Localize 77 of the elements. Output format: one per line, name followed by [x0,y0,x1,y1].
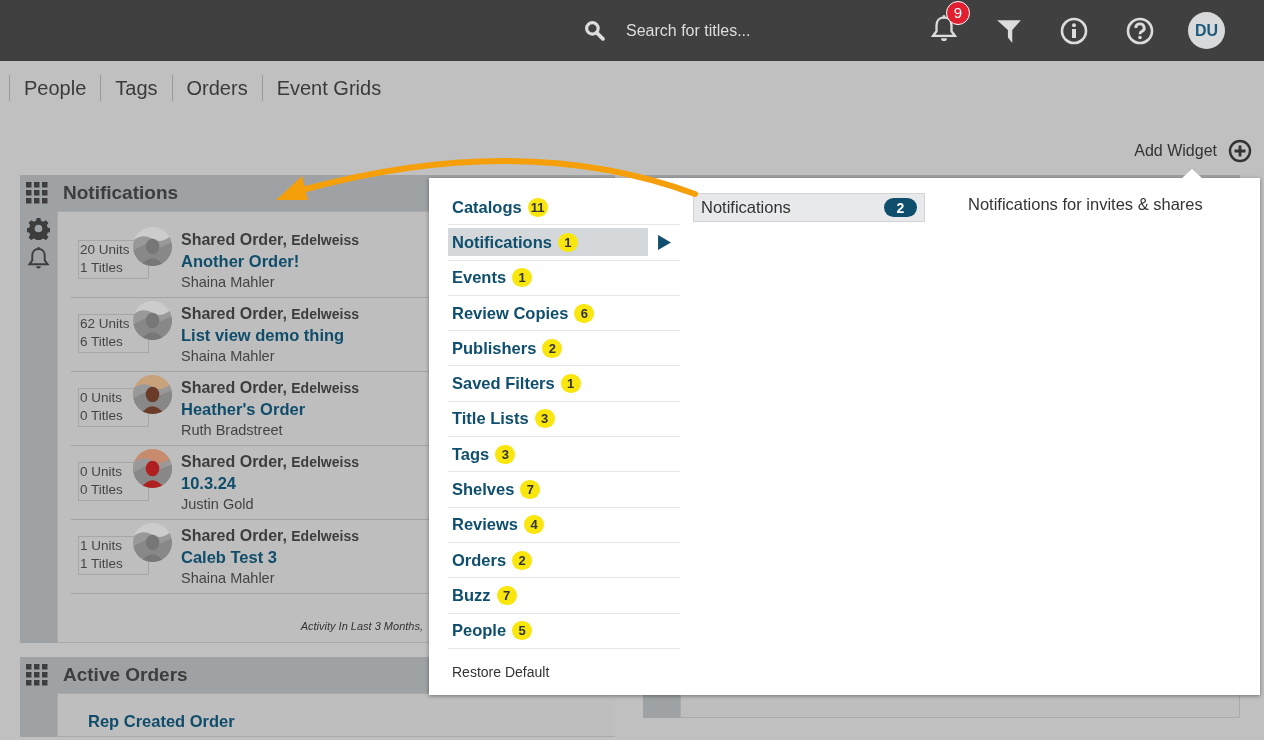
order-link[interactable]: Rep Created Order [71,706,615,731]
count-badge: 7 [496,585,517,605]
search-field[interactable]: Search for titles... [626,21,896,40]
nav-tab[interactable]: Event Grids [261,75,396,101]
category-item[interactable]: Shelves 7 [448,475,648,504]
drag-handle-icon[interactable] [26,664,48,686]
count-badge: 1 [512,268,533,288]
gear-icon[interactable] [27,217,50,240]
person-name: Shaina Mahler [181,273,276,292]
count-badge: 2 [884,198,917,217]
count-badge: 11 [527,197,548,217]
category-item[interactable]: Reviews 4 [448,510,648,539]
notification-type: Shared Order, Edelweiss [181,526,359,546]
help-icon[interactable] [1126,16,1154,45]
add-widget-link[interactable]: Add Widget [1134,142,1217,160]
count-badge: 4 [524,515,545,535]
nav-tab[interactable]: Tags [100,75,172,101]
category-item[interactable]: Publishers 2 [448,334,648,363]
filter-icon[interactable] [996,17,1022,44]
count-badge: 3 [495,444,516,464]
count-badge: 7 [520,480,541,499]
titles-count: 0 Titles [80,407,124,425]
drag-handle-icon[interactable] [26,182,48,204]
notification-type: Shared Order, Edelweiss [181,230,359,250]
order-link[interactable]: Heather's Order [181,399,359,420]
units-count: 1 Units [80,537,124,555]
category-item[interactable]: Review Copies 6 [448,299,648,328]
restore-default-link[interactable]: Restore Default [448,648,680,680]
person-name: Shaina Mahler [181,347,276,366]
notification-type: Shared Order, Edelweiss [181,452,359,472]
units-count: 62 Units [80,315,131,333]
titles-count: 6 Titles [80,333,124,351]
category-item[interactable]: Title Lists 3 [448,404,648,433]
titles-count: 0 Titles [80,481,124,499]
category-item[interactable]: Saved Filters 1 [448,369,648,398]
count-badge: 6 [574,303,595,323]
count-badge: 1 [557,232,578,252]
caret-right-icon [658,234,671,250]
titles-count: 1 Titles [80,555,124,573]
widget-title: Active Orders [63,664,188,686]
widget-option[interactable]: Notifications 2 [693,193,925,222]
category-item[interactable]: Notifications 1 [448,228,648,257]
info-icon[interactable] [1060,16,1088,45]
count-badge: 3 [534,409,555,429]
order-link[interactable]: Another Order! [181,251,359,272]
person-name: Ruth Bradstreet [181,421,284,440]
search-icon[interactable] [584,20,605,41]
widget-description: Notifications for invites & shares [968,195,1203,215]
user-avatar[interactable]: DU [1188,12,1225,49]
activity-note: Activity In Last 3 Months, [299,619,423,634]
plus-circle-icon[interactable] [1228,139,1252,163]
person-name: Shaina Mahler [181,569,276,588]
category-item[interactable]: Tags 3 [448,440,648,469]
order-link[interactable]: List view demo thing [181,325,359,346]
titles-count: 1 Titles [80,259,124,277]
count-badge: 2 [542,338,563,358]
widget-title: Notifications [63,182,179,204]
count-badge: 1 [560,374,581,394]
count-badge: 5 [512,621,533,641]
units-count: 0 Units [80,463,124,481]
notification-type: Shared Order, Edelweiss [181,304,359,324]
category-item[interactable]: Orders 2 [448,546,648,575]
bell-icon[interactable] [27,246,50,271]
nav-tab[interactable]: People [9,75,101,101]
units-count: 20 Units [80,241,131,259]
person-name: Justin Gold [181,495,255,514]
units-count: 0 Units [80,389,124,407]
count-badge: 2 [512,550,533,570]
nav-tab[interactable]: Orders [171,75,262,101]
order-link[interactable]: Caleb Test 3 [181,547,359,568]
category-item[interactable]: Catalogs 11 [448,193,648,222]
notification-type: Shared Order, Edelweiss [181,378,359,398]
category-item[interactable]: People 5 [448,616,648,645]
category-item[interactable]: Events 1 [448,263,648,292]
order-link[interactable]: 10.3.24 [181,473,359,494]
category-item[interactable]: Buzz 7 [448,581,648,610]
notification-badge: 9 [946,0,970,25]
